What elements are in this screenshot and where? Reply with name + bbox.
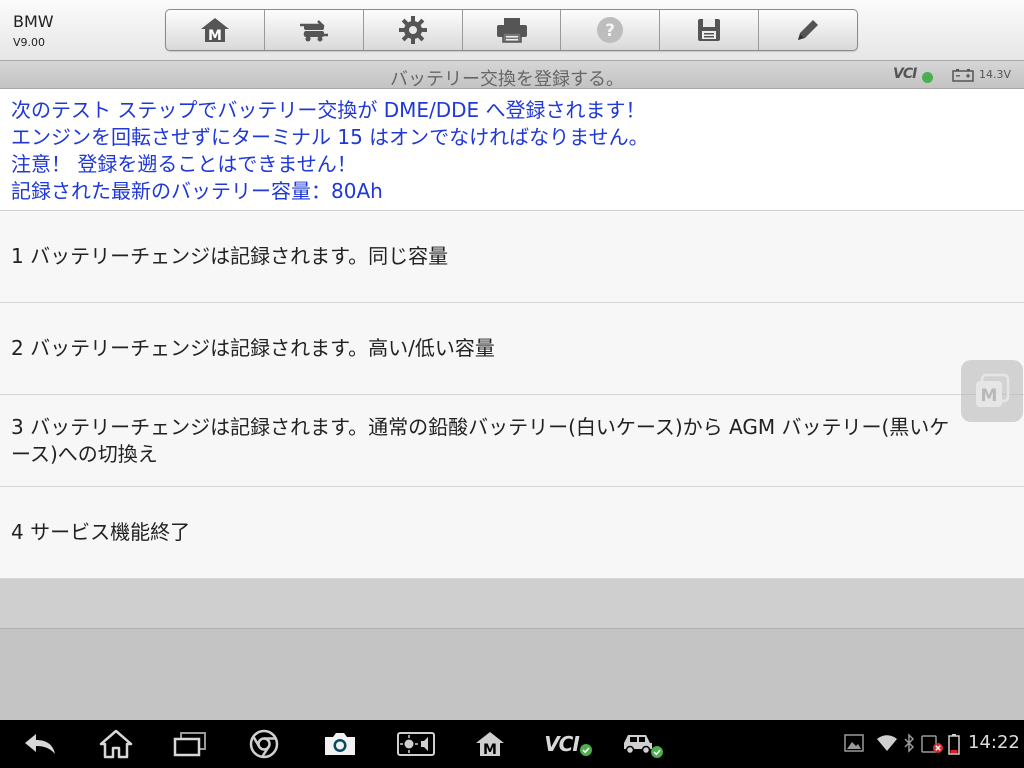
app-version: V9.00 — [13, 36, 46, 49]
home-nav-button[interactable] — [88, 720, 144, 768]
svg-text:M: M — [981, 386, 998, 406]
settings-button[interactable] — [364, 10, 463, 50]
maxisys-home-button[interactable]: M — [462, 720, 518, 768]
vehicle-swap-button[interactable] — [265, 10, 364, 50]
display-settings-button[interactable] — [388, 720, 444, 768]
edit-button[interactable] — [759, 10, 857, 50]
pencil-icon — [798, 20, 819, 40]
vci-connected-icon — [922, 72, 933, 83]
camera-icon — [325, 733, 355, 755]
page-title: バッテリー交換を登録する。 — [390, 69, 624, 90]
vci-nav-label: VCI — [544, 732, 580, 756]
option-item-2[interactable]: 2 バッテリーチェンジは記録されます。高い/低い容量 — [0, 303, 1024, 395]
brightness-volume-icon — [397, 732, 435, 756]
car-icon — [624, 735, 663, 758]
back-arrow-icon — [25, 734, 55, 754]
info-line: 次のテスト ステップでバッテリー交換が DME/DDE へ登録されます！ — [11, 98, 646, 122]
option-label: 3 バッテリーチェンジは記録されます。通常の鉛酸バッテリー(白いケース)から A… — [11, 414, 950, 466]
save-icon — [698, 19, 721, 41]
battery-icon — [952, 69, 974, 82]
chrome-button[interactable] — [236, 720, 292, 768]
option-label: 2 バッテリーチェンジは記録されます。高い/低い容量 — [11, 336, 495, 360]
vci-manager-button[interactable]: VCI — [536, 720, 600, 768]
page-titlebar: バッテリー交換を登録する。 VCI 14.3V — [0, 60, 1024, 90]
app-title: BMW — [13, 12, 54, 31]
home-m-icon: M — [200, 18, 229, 44]
vehicle-connection-button[interactable] — [614, 720, 670, 768]
main-toolbar: M ? — [165, 9, 858, 51]
voltage-reading: 14.3V — [979, 68, 1012, 81]
home-m-icon: M — [476, 732, 504, 758]
print-button[interactable] — [463, 10, 562, 50]
save-button[interactable] — [660, 10, 760, 50]
house-icon — [99, 729, 133, 759]
check-icon — [579, 744, 592, 756]
help-icon: ? — [597, 17, 624, 43]
option-list: 1 バッテリーチェンジは記録されます。同じ容量 2 バッテリーチェンジは記録され… — [0, 211, 1024, 579]
home-button[interactable]: M — [166, 10, 265, 50]
app-window: BMW V9.00 M ? バッテリー交換を登録する。 VCI 14.3V 次の… — [0, 0, 1024, 768]
top-header: BMW V9.00 M ? — [0, 0, 1024, 60]
system-navbar: M VCI 14:22 — [0, 720, 1024, 768]
info-line: 記録された最新のバッテリー容量：80Ah — [11, 179, 383, 203]
option-label: 4 サービス機能終了 — [11, 520, 191, 544]
system-clock: 14:22 — [968, 732, 1020, 753]
vehicle-swap-icon — [299, 20, 328, 42]
back-button[interactable] — [12, 720, 68, 768]
help-button[interactable]: ? — [561, 10, 661, 50]
info-line: エンジンを回転させずにターミナル 15 はオンでなければなりません。 — [11, 125, 649, 149]
option-label: 1 バッテリーチェンジは記録されます。同じ容量 — [11, 244, 449, 268]
info-line: 注意！ 登録を遡ることはできません！ — [11, 152, 357, 176]
camera-button[interactable] — [312, 720, 368, 768]
no-sim-icon — [921, 735, 943, 753]
bluetooth-icon — [904, 733, 915, 753]
option-item-3[interactable]: 3 バッテリーチェンジは記録されます。通常の鉛酸バッテリー(白いケース)から A… — [0, 395, 1024, 487]
wifi-icon — [877, 735, 897, 751]
empty-area — [0, 629, 1024, 720]
recent-apps-icon — [173, 732, 206, 757]
svg-text:M: M — [208, 28, 222, 44]
vci-status-label: VCI — [893, 66, 917, 82]
button-band — [0, 579, 1024, 629]
battery-low-icon — [948, 734, 960, 755]
svg-text:?: ? — [605, 21, 615, 41]
gear-icon — [398, 16, 427, 44]
floating-shortcut-button[interactable]: M — [961, 360, 1023, 422]
m-shortcut-icon: M — [976, 373, 1010, 407]
info-message-box: 次のテスト ステップでバッテリー交換が DME/DDE へ登録されます！ エンジ… — [0, 89, 1024, 211]
option-item-1[interactable]: 1 バッテリーチェンジは記録されます。同じ容量 — [0, 211, 1024, 303]
recent-apps-button[interactable] — [162, 720, 218, 768]
gallery-notification-icon — [844, 734, 864, 752]
svg-text:M: M — [483, 742, 497, 758]
chrome-icon — [249, 729, 279, 759]
printer-icon — [496, 18, 527, 43]
option-item-4[interactable]: 4 サービス機能終了 — [0, 487, 1024, 579]
